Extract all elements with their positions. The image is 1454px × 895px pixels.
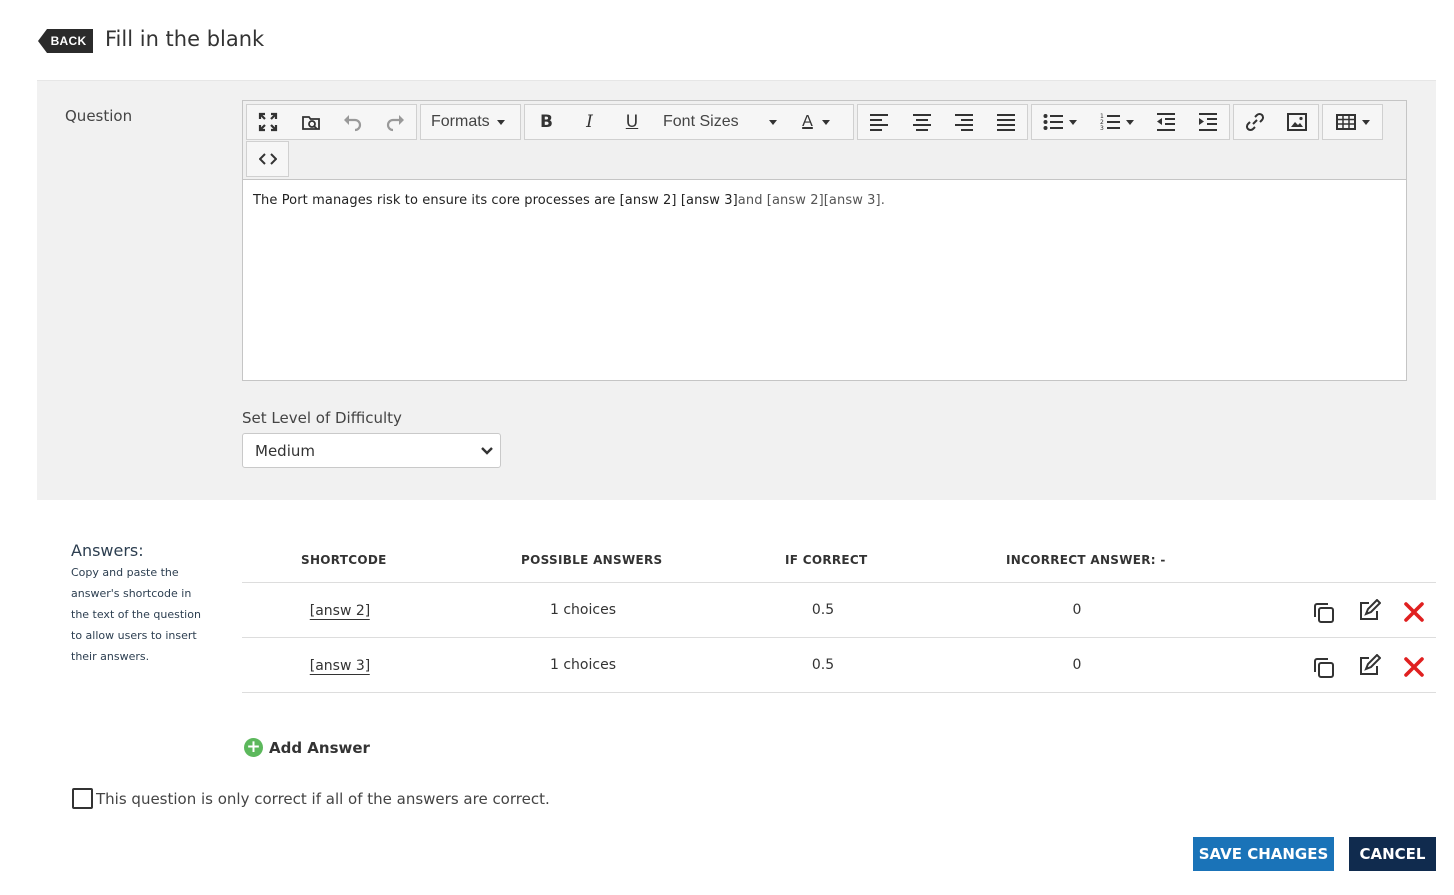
question-text-part1: The Port manages risk to ensure its core… <box>253 193 738 208</box>
col-if-correct: IF CORRECT <box>785 553 868 567</box>
answers-help: Copy and paste the answer's shortcode in… <box>71 566 201 663</box>
outdent-icon[interactable] <box>1145 105 1187 139</box>
if-correct-cell: 0.5 <box>811 602 835 618</box>
add-answer-button[interactable]: + Add Answer <box>244 738 370 757</box>
align-center-icon[interactable] <box>901 105 944 139</box>
link-icon[interactable] <box>1234 105 1276 139</box>
question-label: Question <box>65 107 133 125</box>
align-left-icon[interactable] <box>858 105 901 139</box>
difficulty-label: Set Level of Difficulty <box>242 409 402 427</box>
chevron-down-icon <box>769 119 777 125</box>
chevron-down-icon <box>481 447 493 455</box>
all-correct-label[interactable]: This question is only correct if all of … <box>96 790 550 808</box>
col-shortcode: SHORTCODE <box>301 553 387 567</box>
page-title: Fill in the blank <box>105 27 265 51</box>
all-correct-checkbox[interactable] <box>72 788 93 809</box>
edit-icon[interactable] <box>1357 599 1381 623</box>
rich-text-editor: Formats B I U Font Sizes A 1 2 3 The Por… <box>242 100 1407 381</box>
source-code-icon[interactable] <box>247 142 288 176</box>
all-correct-option: This question is only correct if all of … <box>72 788 550 809</box>
back-button[interactable]: BACK <box>38 29 93 53</box>
delete-icon[interactable] <box>1402 600 1426 624</box>
incorrect-answer-cell: 0 <box>1072 657 1082 673</box>
possible-answers-cell: 1 choices <box>550 602 616 618</box>
formats-dropdown[interactable]: Formats <box>420 104 521 140</box>
formats-label: Formats <box>431 113 490 130</box>
cancel-button[interactable]: CANCEL <box>1349 837 1436 871</box>
image-icon[interactable] <box>1276 105 1318 139</box>
table-icon[interactable] <box>1323 105 1382 139</box>
difficulty-value: Medium <box>255 441 315 460</box>
numbered-list-icon[interactable]: 123 <box>1088 105 1144 139</box>
col-possible-answers: POSSIBLE ANSWERS <box>521 553 663 567</box>
formats-button[interactable]: Formats <box>421 105 515 139</box>
table-divider <box>242 692 1436 693</box>
col-incorrect-answer: INCORRECT ANSWER: - <box>1006 553 1166 567</box>
toolbar-group-text: B I U Font Sizes A <box>524 104 854 140</box>
indent-icon[interactable] <box>1186 105 1229 139</box>
table-divider <box>242 582 1436 583</box>
italic-icon[interactable]: I <box>568 105 611 139</box>
preview-icon[interactable] <box>290 105 333 139</box>
shortcode-cell[interactable]: [answ 2] <box>309 603 371 620</box>
possible-answers-cell: 1 choices <box>550 657 616 673</box>
shortcode-cell[interactable]: [answ 3] <box>309 658 371 675</box>
question-text-part2: and [answ 2][answ 3]. <box>737 193 885 208</box>
toolbar-group-source <box>246 141 289 177</box>
bullet-list-icon[interactable] <box>1032 105 1088 139</box>
plus-circle-icon: + <box>244 738 263 757</box>
answers-title: Answers: <box>71 541 144 560</box>
add-answer-label: Add Answer <box>269 738 370 757</box>
save-changes-button[interactable]: SAVE CHANGES <box>1193 837 1334 871</box>
if-correct-cell: 0.5 <box>811 657 835 673</box>
table-dropdown[interactable] <box>1322 104 1383 140</box>
undo-icon[interactable] <box>332 105 375 139</box>
toolbar-group-align <box>857 104 1028 140</box>
delete-icon[interactable] <box>1402 655 1426 679</box>
toolbar-group-insert <box>1233 104 1319 140</box>
toolbar-group-view <box>246 104 417 140</box>
underline-icon[interactable]: U <box>611 105 653 139</box>
editor-content[interactable]: The Port manages risk to ensure its core… <box>253 193 885 208</box>
table-divider <box>242 637 1436 638</box>
copy-icon[interactable] <box>1312 601 1336 625</box>
difficulty-select[interactable]: Medium <box>242 433 501 468</box>
font-sizes-dropdown[interactable]: Font Sizes <box>653 105 787 139</box>
toolbar-group-lists: 123 <box>1031 104 1230 140</box>
font-sizes-label: Font Sizes <box>663 113 739 130</box>
text-color-icon[interactable]: A <box>787 105 845 139</box>
edit-icon[interactable] <box>1357 654 1381 678</box>
copy-icon[interactable] <box>1312 656 1336 680</box>
redo-icon[interactable] <box>375 105 417 139</box>
fullscreen-icon[interactable] <box>247 105 290 139</box>
justify-icon[interactable] <box>985 105 1028 139</box>
align-right-icon[interactable] <box>943 105 985 139</box>
editor-toolbar: Formats B I U Font Sizes A 1 2 3 <box>243 101 1406 180</box>
incorrect-answer-cell: 0 <box>1072 602 1082 618</box>
chevron-down-icon <box>496 119 505 125</box>
svg-text:3: 3 <box>1100 125 1104 131</box>
bold-icon[interactable]: B <box>525 105 568 139</box>
